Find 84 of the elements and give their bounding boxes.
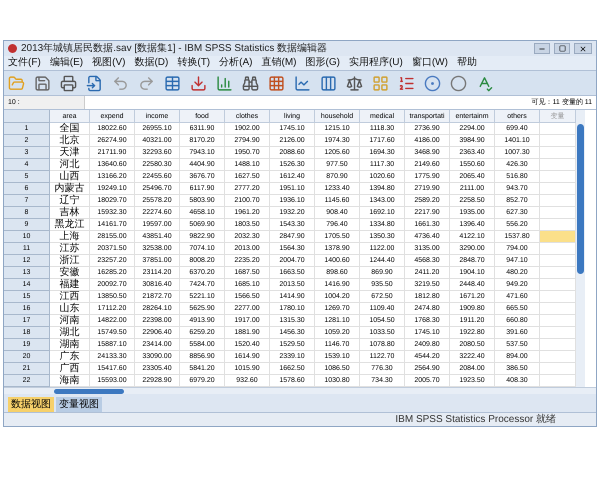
table-cell[interactable]: [540, 195, 576, 207]
table-cell: 福建: [50, 279, 90, 291]
horizontal-scrollbar[interactable]: [4, 387, 596, 394]
menu-item[interactable]: 帮助: [456, 58, 477, 68]
download-icon[interactable]: [190, 74, 207, 92]
binoculars-icon[interactable]: [242, 74, 259, 92]
table-cell: 湖南: [50, 339, 90, 351]
table-cell[interactable]: [540, 135, 576, 147]
bar-chart-icon[interactable]: [216, 74, 233, 92]
menu-item[interactable]: 转换(T): [177, 58, 210, 68]
table-cell: 江苏: [50, 243, 90, 255]
circles-icon[interactable]: [424, 74, 441, 92]
vertical-scrollbar[interactable]: [576, 110, 585, 387]
table-cell[interactable]: [540, 147, 576, 159]
table-cell: 河南: [50, 315, 90, 327]
table-cell: 浙江: [50, 255, 90, 267]
table-cell[interactable]: [540, 291, 576, 303]
maximize-button[interactable]: [554, 43, 570, 54]
table-icon[interactable]: [164, 74, 181, 92]
table-cell: 湖北: [50, 327, 90, 339]
table-cell[interactable]: [540, 231, 576, 243]
menu-item[interactable]: 数据(D): [134, 58, 168, 68]
table-cell[interactable]: [540, 207, 576, 219]
menu-item[interactable]: 编辑(E): [50, 58, 84, 68]
table-cell[interactable]: [540, 219, 576, 231]
maximize-icon: [558, 45, 566, 52]
table-cell[interactable]: [540, 375, 576, 387]
table-cell[interactable]: [540, 303, 576, 315]
circle-icon[interactable]: [450, 74, 467, 92]
table-cell[interactable]: [540, 315, 576, 327]
table-cell[interactable]: [540, 171, 576, 183]
table-cell[interactable]: [540, 183, 576, 195]
undo-icon[interactable]: [112, 74, 129, 92]
app-icon: [8, 44, 17, 53]
table-cell[interactable]: [540, 351, 576, 363]
table-cell: 吉林: [50, 207, 90, 219]
table-cell: 辽宁: [50, 195, 90, 207]
table-cell: 天津: [50, 147, 90, 159]
menu-item[interactable]: 窗口(W): [412, 58, 448, 68]
table-cell[interactable]: [540, 339, 576, 351]
close-button[interactable]: [574, 43, 592, 54]
table-cell: 安徽: [50, 267, 90, 279]
list-icon[interactable]: [398, 74, 415, 92]
menu-item[interactable]: 分析(A): [219, 58, 252, 68]
menu-item[interactable]: 图形(G): [305, 58, 340, 68]
table-cell: 上海: [50, 231, 90, 243]
table-cell: 黑龙江: [50, 219, 90, 231]
table-cell: 北京: [50, 135, 90, 147]
table-cell: 广东: [50, 351, 90, 363]
table-cell[interactable]: [540, 327, 576, 339]
grid-table-icon[interactable]: [372, 74, 389, 92]
table-cell[interactable]: [540, 363, 576, 375]
table-cell: 广西: [50, 363, 90, 375]
window-title: 2013年城镇居民数据.sav [数据集1] - IBM SPSS Statistics 数据编辑器: [21, 44, 328, 54]
table-cell[interactable]: [540, 255, 576, 267]
minimize-button[interactable]: [534, 43, 550, 54]
table-cell[interactable]: [540, 279, 576, 291]
view-tab[interactable]: 变量视图: [56, 397, 102, 412]
view-tab[interactable]: 数据视图: [8, 397, 54, 412]
table-cell: 山西: [50, 171, 90, 183]
table-cell: 江西: [50, 291, 90, 303]
table-cell[interactable]: [540, 267, 576, 279]
folder-icon[interactable]: [8, 74, 25, 92]
table-cell: 全国: [50, 123, 90, 135]
table-cell[interactable]: [540, 123, 576, 135]
menu-item[interactable]: 视图(V): [92, 58, 126, 68]
close-icon: [579, 44, 587, 52]
printer-icon[interactable]: [60, 74, 77, 92]
status-text: IBM SPSS Statistics Processor 就绪: [395, 414, 556, 424]
line-chart-icon[interactable]: [294, 74, 311, 92]
columns-icon[interactable]: [320, 74, 337, 92]
grid-icon[interactable]: [268, 74, 285, 92]
table-cell[interactable]: [540, 159, 576, 171]
table-cell: 山东: [50, 303, 90, 315]
menu-item[interactable]: 实用程序(U): [348, 58, 403, 68]
redo-icon[interactable]: [138, 74, 155, 92]
scale-icon[interactable]: [346, 74, 363, 92]
table-cell: 内蒙古: [50, 183, 90, 195]
import-icon[interactable]: [86, 74, 103, 92]
menu-item[interactable]: 直销(M): [261, 58, 296, 68]
table-cell: 河北: [50, 159, 90, 171]
table-cell[interactable]: [540, 243, 576, 255]
menu-item[interactable]: 文件(F): [8, 58, 41, 68]
save-icon[interactable]: [34, 74, 51, 92]
